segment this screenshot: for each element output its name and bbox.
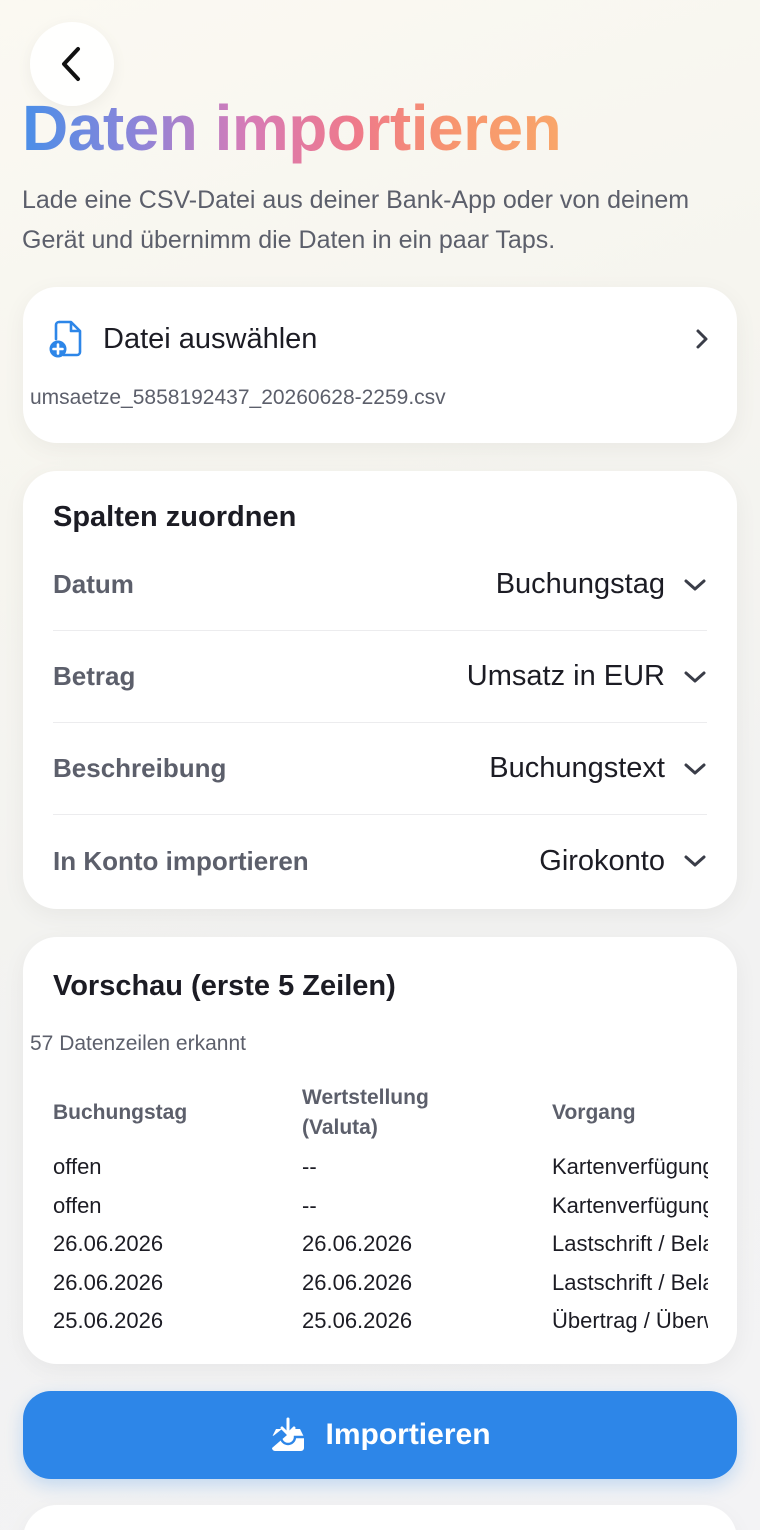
table-cell: Kartenverfügung	[552, 1154, 708, 1179]
selected-file-name: umsaetze_5858192437_20260628-2259.csv	[30, 386, 446, 409]
column-mapping-title: Spalten zuordnen	[53, 501, 297, 533]
table-header: Vorgang	[552, 1101, 636, 1124]
file-add-icon	[49, 320, 82, 358]
mapping-value: Girokonto	[539, 844, 665, 877]
mapping-row-beschreibung[interactable]: Beschreibung Buchungstext	[53, 723, 707, 815]
mapping-label: Betrag	[53, 661, 136, 691]
table-cell: 25.06.2026	[53, 1308, 164, 1333]
chevron-right-icon	[696, 329, 708, 349]
mapping-select[interactable]: Buchungstag	[496, 568, 707, 601]
table-cell: 26.06.2026	[53, 1270, 164, 1295]
column-mapping-card: Spalten zuordnen Datum Buchungstag Betra…	[23, 471, 737, 909]
table-column-vorgang: Kartenverfügung Kartenverfügung Lastschr…	[552, 1150, 708, 1350]
table-cell: offen	[53, 1154, 102, 1179]
mapping-select[interactable]: Buchungstext	[489, 752, 707, 785]
mapping-value: Buchungstext	[489, 752, 665, 784]
chevron-left-icon	[62, 47, 80, 81]
mapping-row-datum[interactable]: Datum Buchungstag	[53, 539, 707, 631]
table-cell: Kartenverfügung	[552, 1193, 708, 1218]
preview-title: Vorschau (erste 5 Zeilen)	[53, 970, 396, 1002]
mapping-value: Buchungstag	[495, 568, 665, 600]
table-cell: 26.06.2026	[302, 1231, 413, 1256]
chevron-down-icon	[684, 763, 706, 774]
file-select-label: Datei auswählen	[103, 322, 318, 355]
mapping-label: Beschreibung	[53, 753, 227, 783]
table-cell: Lastschrift / Belastung	[552, 1270, 708, 1295]
table-cell: 26.06.2026	[302, 1270, 413, 1295]
table-cell: 25.06.2026	[302, 1308, 413, 1333]
table-cell: Übertrag / Überweisung	[552, 1308, 708, 1333]
mapping-label: In Konto importieren	[53, 845, 309, 876]
table-header: Buchungstag	[53, 1101, 188, 1124]
table-cell: --	[302, 1154, 317, 1179]
chevron-down-icon	[684, 579, 706, 590]
page-subtitle: Lade eine CSV-Datei aus deiner Bank-App …	[22, 186, 690, 254]
mapping-select[interactable]: Girokonto	[539, 845, 707, 878]
mapping-label: Datum	[53, 569, 134, 599]
table-cell: offen	[53, 1193, 102, 1218]
file-select-row[interactable]: Datei auswählen	[49, 317, 711, 361]
mapping-select[interactable]: Umsatz in EUR	[467, 660, 707, 693]
chevron-down-icon	[684, 671, 706, 682]
import-button[interactable]: Importieren	[23, 1391, 737, 1479]
mapping-row-konto[interactable]: In Konto importieren Girokonto	[53, 815, 707, 907]
table-cell: --	[302, 1193, 317, 1218]
import-button-label: Importieren	[325, 1418, 491, 1451]
chevron-down-icon	[684, 855, 706, 867]
table-header: Wertstellung (Valuta)	[302, 1086, 429, 1139]
tray-download-icon	[272, 1417, 305, 1451]
file-select-card[interactable]: Datei auswählen	[23, 287, 737, 443]
table-cell: 26.06.2026	[53, 1231, 164, 1256]
table-cell: Lastschrift / Belastung	[552, 1231, 708, 1256]
next-card	[23, 1505, 737, 1530]
mapping-row-betrag[interactable]: Betrag Umsatz in EUR	[53, 631, 707, 723]
mapping-value: Umsatz in EUR	[466, 660, 665, 692]
page-title: Daten importieren	[22, 88, 562, 168]
preview-row-count: 57 Datenzeilen erkannt	[30, 1032, 246, 1055]
